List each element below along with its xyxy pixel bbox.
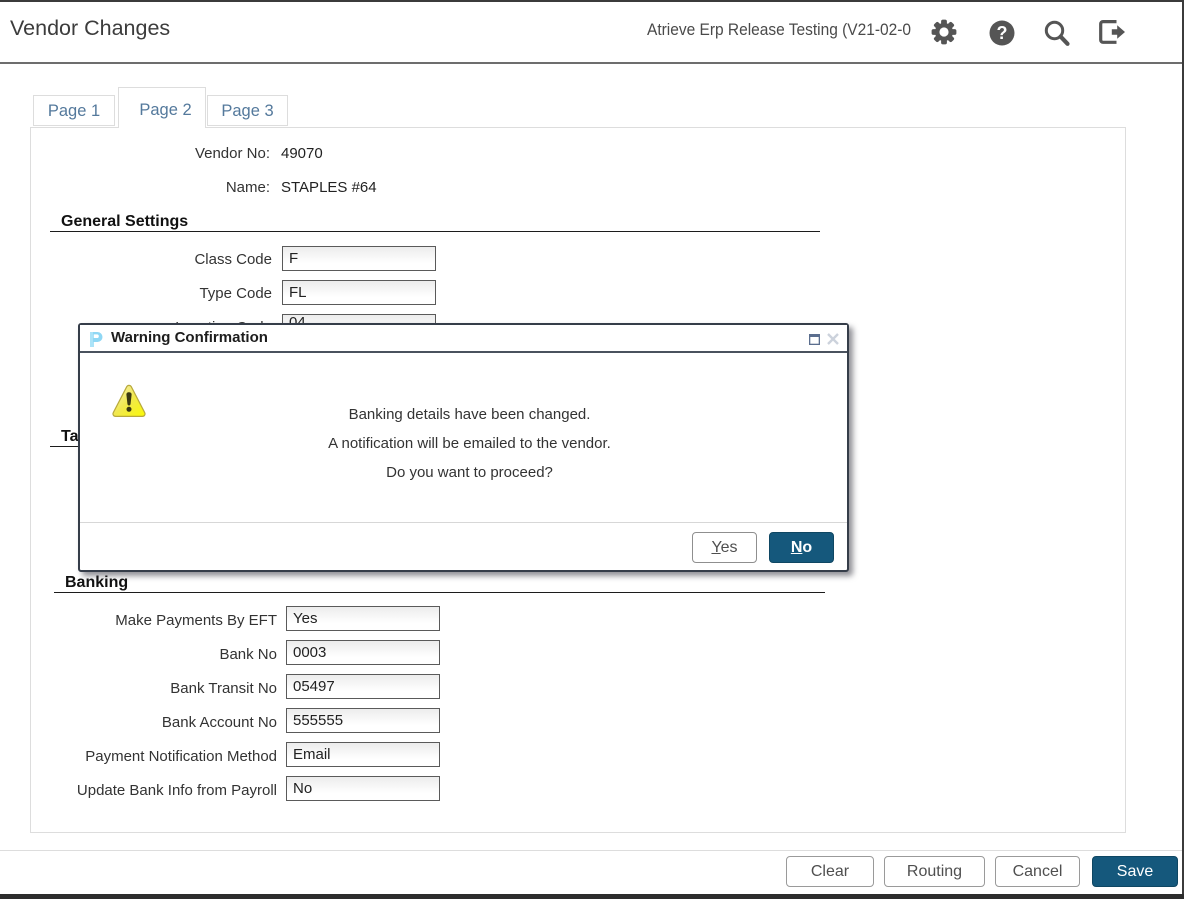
svg-text:?: ? xyxy=(997,23,1008,43)
